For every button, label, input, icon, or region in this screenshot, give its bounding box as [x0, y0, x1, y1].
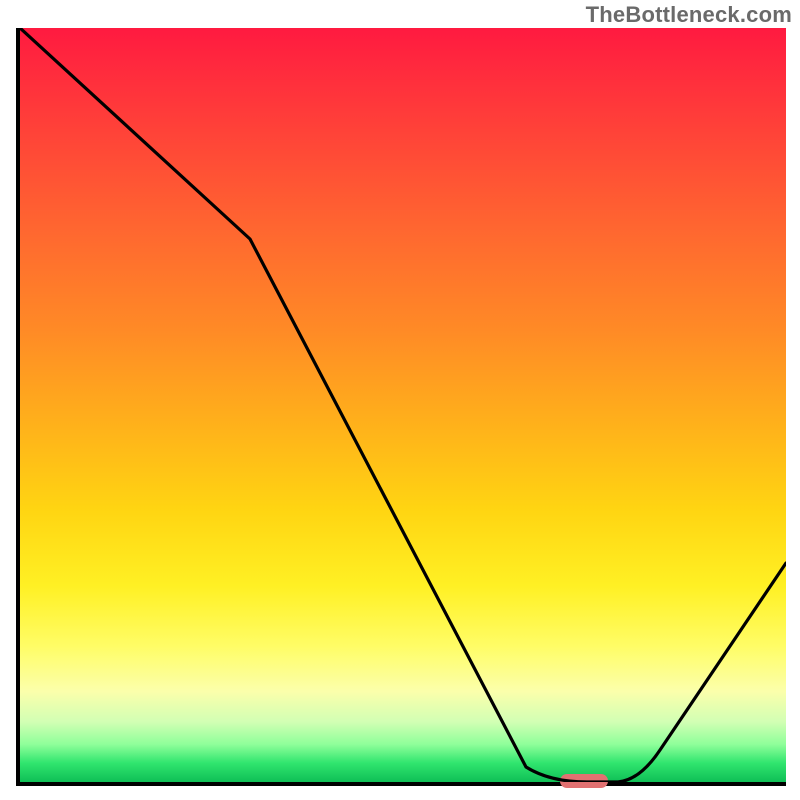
- chart-canvas: TheBottleneck.com: [0, 0, 800, 800]
- plot-area: [16, 28, 786, 786]
- bottleneck-curve: [20, 28, 786, 782]
- watermark-text: TheBottleneck.com: [586, 2, 792, 28]
